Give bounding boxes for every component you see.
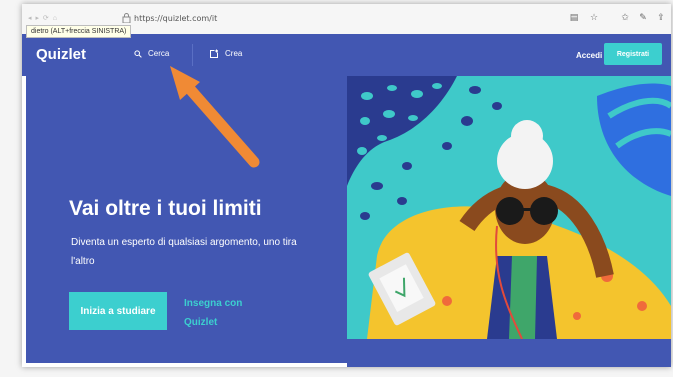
hero-title: Vai oltre i tuoi limiti [69, 197, 262, 220]
hero-subtitle: Diventa un esperto di qualsiasi argoment… [71, 237, 297, 267]
browser-nav-buttons[interactable]: ◂ ▸ ⟳ ⌂ [28, 14, 58, 22]
nav-divider [192, 44, 193, 66]
hero-bottom-strip [347, 339, 671, 367]
search-nav[interactable]: Cerca [134, 49, 169, 58]
woman-with-headphones-illustration [347, 76, 671, 339]
quizlet-logo[interactable]: Quizlet [36, 46, 86, 63]
teach-with-quizlet-link[interactable]: Insegna con Quizlet [184, 294, 264, 332]
search-label: Cerca [148, 49, 170, 58]
screenshot-frame: ◂ ▸ ⟳ ⌂ https://quizlet.com/it ▤ ☆ ✩ ✎ ⇪… [22, 4, 671, 367]
create-label: Crea [225, 49, 243, 58]
share-icon[interactable]: ⇪ [654, 12, 668, 25]
create-icon [210, 49, 218, 58]
signup-button[interactable]: Registrati [604, 43, 662, 65]
star-icon[interactable]: ☆ [587, 12, 601, 25]
back-tooltip: dietro (ALT+freccia SINISTRA) [26, 25, 132, 38]
hero-illustration [347, 76, 671, 339]
address-bar[interactable]: https://quizlet.com/it [134, 14, 217, 23]
hero-panel: Vai oltre i tuoi limiti Diventa un esper… [26, 76, 347, 363]
create-nav[interactable]: Crea [210, 49, 242, 58]
site-header: Quizlet Cerca Crea Accedi Registrati [22, 34, 671, 76]
login-link[interactable]: Accedi [576, 51, 602, 60]
lock-icon [122, 13, 131, 23]
start-studying-button[interactable]: Inizia a studiare [69, 292, 167, 330]
pen-icon[interactable]: ✎ [636, 12, 650, 25]
reader-icon[interactable]: ▤ [567, 12, 581, 25]
favorites-icon[interactable]: ✩ [618, 12, 632, 25]
browser-toolbar: ◂ ▸ ⟳ ⌂ https://quizlet.com/it ▤ ☆ ✩ ✎ ⇪… [22, 4, 671, 38]
search-icon [134, 49, 142, 58]
